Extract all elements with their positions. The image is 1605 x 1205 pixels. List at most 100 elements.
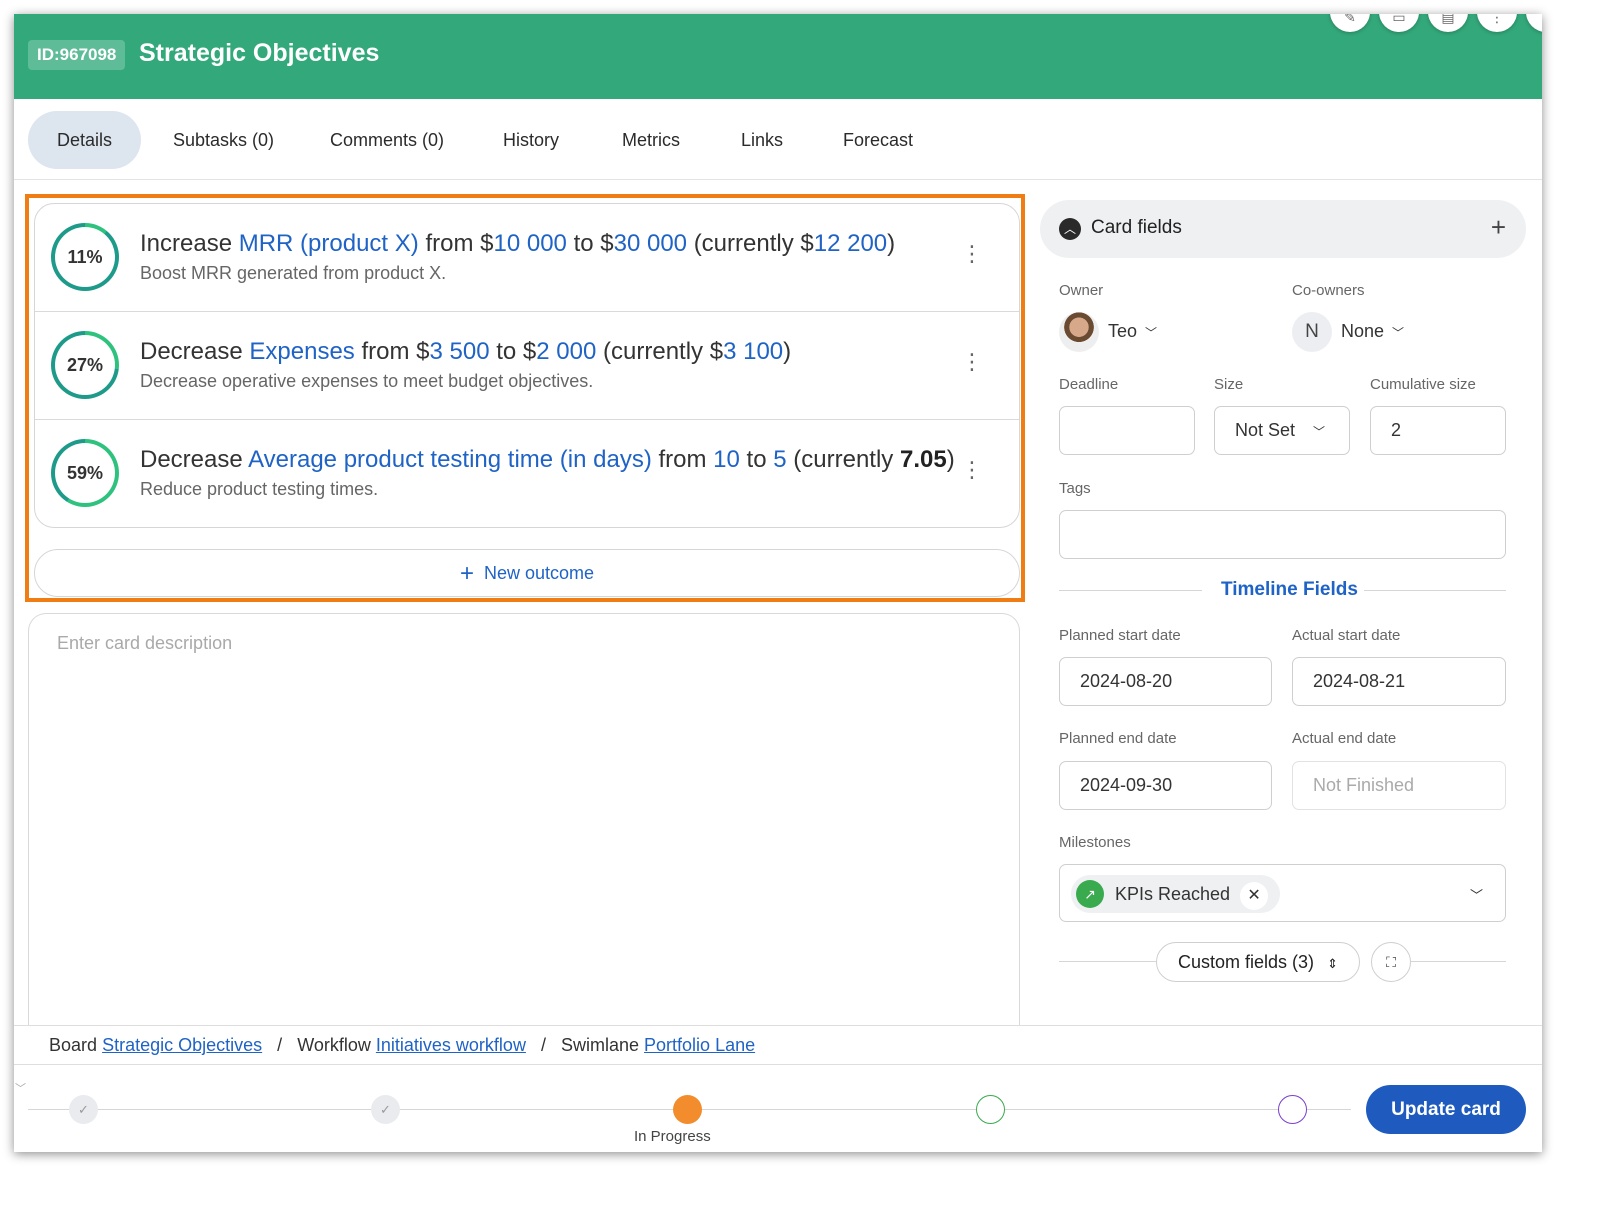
progress-ring: 11% [51, 223, 119, 291]
tab-details[interactable]: Details [28, 111, 142, 169]
add-field-icon[interactable]: + [1491, 212, 1506, 243]
outcome-description: Decrease operative expenses to meet budg… [140, 371, 594, 391]
custom-fields-button[interactable]: Custom fields (3) ⇕ [1156, 942, 1360, 982]
cumulative-size-field[interactable]: 2 [1370, 406, 1506, 455]
header-more-icon[interactable]: ⋮ [1477, 14, 1517, 32]
tags-input[interactable] [1059, 510, 1506, 559]
outcome-title: Decrease Expenses from $3 500 to $2 000 … [140, 338, 792, 365]
owner-label: Owner [1059, 282, 1104, 299]
planned-end-field[interactable]: 2024-09-30 [1059, 761, 1272, 810]
tab-subtasks[interactable]: Subtasks (0) [144, 111, 303, 169]
breadcrumb: Board Strategic Objectives / Workflow In… [14, 1025, 1542, 1065]
chevron-down-icon[interactable]: ﹀ [15, 1080, 26, 1096]
divider [1364, 590, 1506, 591]
tab-history[interactable]: History [474, 111, 588, 169]
new-outcome-button[interactable]: + New outcome [34, 549, 1020, 597]
outcome-menu-icon[interactable]: ⋮ [961, 459, 983, 481]
actual-start-label: Actual start date [1292, 627, 1401, 644]
outcome-description: Reduce product testing times. [140, 479, 379, 499]
card-description-editor[interactable]: Enter card description [28, 613, 1020, 1053]
tab-metrics[interactable]: Metrics [593, 111, 709, 169]
coowners-label: Co-owners [1292, 282, 1365, 299]
coowner-avatar: N [1292, 312, 1332, 352]
step-final[interactable] [1278, 1095, 1307, 1124]
chevron-down-icon[interactable]: ﹀ [1470, 885, 1483, 904]
outcome-metric-link[interactable]: Average product testing time (in days) [248, 446, 652, 473]
card-fields-header[interactable]: ︿ Card fields + [1040, 200, 1526, 258]
outcome-menu-icon[interactable]: ⋮ [961, 351, 983, 373]
progress-percent: 27% [55, 335, 115, 395]
outcome-metric-link[interactable]: Expenses [249, 338, 354, 365]
planned-end-label: Planned end date [1059, 730, 1177, 747]
card-fields-title: Card fields [1091, 217, 1182, 238]
size-label: Size [1214, 376, 1244, 393]
fullscreen-icon[interactable]: ⛶ [1371, 942, 1411, 982]
card-id-badge: ID:967098 [28, 40, 126, 70]
progress-percent: 59% [55, 443, 115, 503]
step-current[interactable] [673, 1095, 702, 1124]
actual-start-field[interactable]: 2024-08-21 [1292, 657, 1506, 706]
description-placeholder: Enter card description [57, 633, 233, 653]
tab-forecast[interactable]: Forecast [814, 111, 942, 169]
outcome-title: Decrease Average product testing time (i… [140, 446, 955, 473]
tab-links[interactable]: Links [712, 111, 812, 169]
divider [1411, 961, 1506, 962]
update-card-button[interactable]: Update card [1366, 1085, 1526, 1134]
outcome-description: Boost MRR generated from product X. [140, 263, 447, 283]
milestones-label: Milestones [1059, 834, 1131, 851]
deadline-field[interactable] [1059, 406, 1195, 455]
step-done-check-icon[interactable]: ✓ [69, 1095, 98, 1124]
coowners-select[interactable]: None ﹀ [1341, 321, 1404, 342]
progress-ring: 59% [51, 439, 119, 507]
current-step-label: In Progress [634, 1128, 711, 1145]
outcome-row[interactable]: 11% Increase MRR (product X) from $10 00… [35, 204, 1019, 312]
chevron-down-icon: ﹀ [1392, 326, 1405, 340]
outcome-row[interactable]: 59% Decrease Average product testing tim… [35, 420, 1019, 527]
header-action-icon-1[interactable]: ✎ [1330, 14, 1370, 32]
outcome-menu-icon[interactable]: ⋮ [961, 243, 983, 265]
progress-percent: 11% [55, 227, 115, 287]
chevron-down-icon: ﹀ [1313, 425, 1326, 439]
board-link[interactable]: Strategic Objectives [102, 1035, 262, 1055]
card-header: ID:967098 Strategic Objectives ✎ ▭ ▤ ⋮ ✕ [14, 14, 1542, 99]
card-title[interactable]: Strategic Objectives [139, 39, 379, 68]
tab-comments[interactable]: Comments (0) [301, 111, 473, 169]
new-outcome-label: New outcome [483, 563, 595, 583]
planned-start-field[interactable]: 2024-08-20 [1059, 657, 1272, 706]
size-select[interactable]: Not Set ﹀ [1214, 406, 1350, 455]
deadline-label: Deadline [1059, 376, 1119, 393]
card-dialog: ID:967098 Strategic Objectives ✎ ▭ ▤ ⋮ ✕… [14, 14, 1542, 1152]
tab-bar: Details Subtasks (0) Comments (0) Histor… [14, 99, 1542, 180]
outcome-list: 11% Increase MRR (product X) from $10 00… [34, 203, 1020, 528]
cumulative-size-label: Cumulative size [1370, 376, 1476, 393]
tags-label: Tags [1059, 480, 1091, 497]
divider [1059, 961, 1156, 962]
outcome-row[interactable]: 27% Decrease Expenses from $3 500 to $2 … [35, 312, 1019, 420]
step-done-check-icon[interactable]: ✓ [371, 1095, 400, 1124]
actual-end-label: Actual end date [1292, 730, 1397, 747]
outcome-title: Increase MRR (product X) from $10 000 to… [140, 230, 896, 257]
breadcrumb-text: Board Strategic Objectives / Workflow In… [49, 1035, 756, 1055]
timeline-fields-title: Timeline Fields [1221, 579, 1358, 600]
expand-vertical-icon: ⇕ [1327, 956, 1338, 971]
swimlane-link[interactable]: Portfolio Lane [644, 1035, 755, 1055]
actual-end-field: Not Finished [1292, 761, 1506, 810]
planned-start-label: Planned start date [1059, 627, 1181, 644]
header-action-icon-3[interactable]: ▤ [1428, 14, 1468, 32]
divider [1059, 590, 1202, 591]
chevron-up-icon[interactable]: ︿ [1059, 218, 1081, 240]
milestones-select[interactable]: ↗ KPIs Reached ✕ ﹀ [1059, 864, 1506, 922]
owner-select[interactable]: Teo ﹀ [1108, 321, 1157, 342]
step-next[interactable] [976, 1095, 1005, 1124]
workflow-link[interactable]: Initiatives workflow [376, 1035, 526, 1055]
header-action-icon-2[interactable]: ▭ [1379, 14, 1419, 32]
progress-ring: 27% [51, 331, 119, 399]
chevron-down-icon: ﹀ [1145, 326, 1158, 340]
outcome-metric-link[interactable]: MRR (product X) [239, 230, 419, 257]
milestone-chip: ↗ KPIs Reached ✕ [1071, 875, 1281, 913]
trending-up-icon: ↗ [1076, 880, 1104, 908]
remove-milestone-icon[interactable]: ✕ [1240, 882, 1269, 910]
milestone-chip-label: KPIs Reached [1115, 884, 1231, 904]
plus-icon: + [459, 560, 474, 587]
header-close-icon[interactable]: ✕ [1526, 14, 1542, 32]
